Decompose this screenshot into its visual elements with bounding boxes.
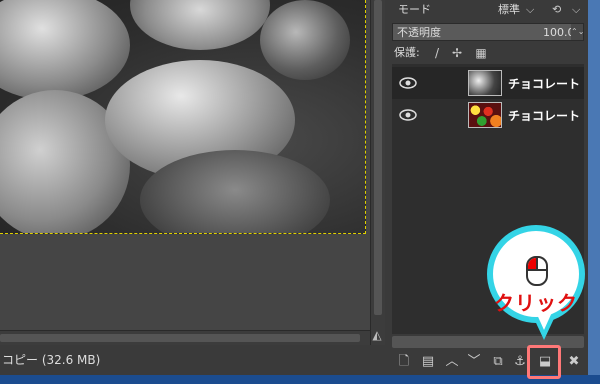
mode-label: モード — [398, 3, 431, 16]
lock-pixels-icon[interactable]: / — [430, 44, 444, 62]
layer-thumbnail — [468, 102, 502, 128]
lower-layer-icon[interactable]: ﹀ — [464, 352, 484, 372]
chevron-down-icon[interactable]: ⌵ — [572, 0, 580, 20]
image-canvas[interactable] — [0, 0, 370, 330]
new-layer-group-icon[interactable]: ▤ — [418, 352, 438, 372]
new-layer-icon[interactable]: 🗋 — [394, 352, 414, 372]
delete-layer-icon[interactable]: ✖ — [564, 352, 584, 372]
mode-row: モード 標準 ⌵ ⟲ ⌵ — [392, 0, 584, 20]
horizontal-scrollbar[interactable] — [0, 330, 370, 345]
callout-label: クリック — [494, 291, 578, 315]
mode-select[interactable]: 標準 — [498, 0, 520, 20]
layer-name: チョコレート — [508, 109, 581, 123]
lock-alpha-icon[interactable]: ▦ — [474, 44, 488, 62]
click-target-highlight — [527, 345, 561, 379]
window-border — [0, 375, 600, 384]
layer-name: チョコレート — [508, 77, 581, 91]
layer-item[interactable]: チョコレート — [392, 67, 584, 99]
layers-panel: モード 標準 ⌵ ⟲ ⌵ 不透明度 100.0 ⌃⌄ 保護: / ✢ ▦ チョコ… — [388, 0, 588, 375]
opacity-field[interactable]: 不透明度 100.0 ⌃⌄ — [392, 23, 584, 41]
layer-thumbnail — [468, 70, 502, 96]
eye-icon[interactable] — [398, 74, 418, 92]
eye-icon[interactable] — [398, 106, 418, 124]
chevron-down-icon[interactable]: ⌵ — [526, 0, 534, 20]
raise-layer-icon[interactable]: ︿ — [442, 352, 462, 372]
reset-mode-icon[interactable]: ⟲ — [552, 0, 561, 20]
lock-position-icon[interactable]: ✢ — [450, 44, 464, 62]
layer-item[interactable]: チョコレート — [392, 99, 584, 131]
status-bar: コピー (32.6 MB) — [0, 345, 384, 375]
opacity-value[interactable]: 100.0 — [543, 24, 575, 42]
opacity-label: 不透明度 — [397, 26, 441, 39]
status-text: コピー (32.6 MB) — [2, 353, 101, 367]
vertical-scrollbar[interactable] — [370, 0, 385, 345]
lock-row: 保護: / ✢ ▦ — [392, 44, 584, 62]
mouse-icon — [526, 256, 548, 286]
duplicate-layer-icon[interactable]: ⧉ — [488, 352, 508, 372]
opacity-stepper[interactable]: ⌃⌄ — [571, 24, 584, 40]
canvas-image — [0, 0, 366, 234]
lock-label: 保護: — [394, 46, 420, 59]
window-edge — [588, 0, 600, 375]
navigate-icon[interactable]: ◭ — [370, 326, 384, 344]
